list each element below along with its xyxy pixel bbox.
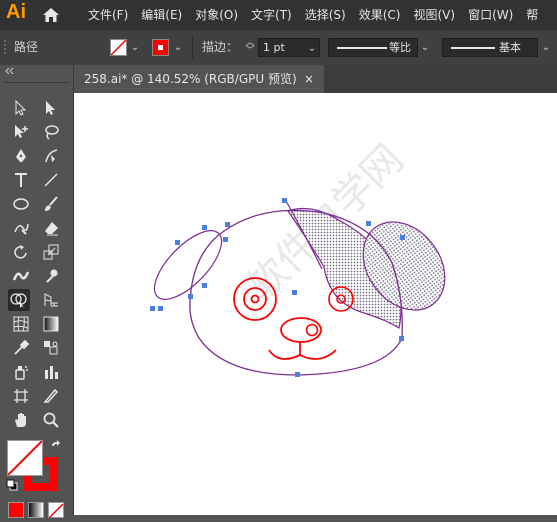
- group-selection-tool-icon[interactable]: [10, 121, 32, 143]
- direct-selection-tool-icon[interactable]: [40, 97, 62, 119]
- pen-tool-icon[interactable]: [10, 145, 32, 167]
- eyedropper-tool-icon[interactable]: [10, 337, 32, 359]
- shape-builder-tool-icon[interactable]: [8, 289, 30, 311]
- column-graph-tool-icon[interactable]: [40, 361, 62, 383]
- nose[interactable]: [280, 317, 322, 343]
- document-tab-title: 258.ai* @ 140.52% (RGB/GPU 预览): [84, 72, 297, 86]
- nose-highlight[interactable]: [305, 323, 319, 337]
- menu-list: 文件(F) 编辑(E) 对象(O) 文字(T) 选择(S) 效果(C) 视图(V…: [88, 0, 551, 30]
- document-tab-strip: 258.ai* @ 140.52% (RGB/GPU 预览) ×: [74, 65, 557, 93]
- menu-window[interactable]: 窗口(W): [468, 0, 513, 30]
- none-slash-icon: [110, 39, 127, 56]
- line-segment-tool-icon[interactable]: [40, 169, 62, 191]
- fill-dropdown-icon[interactable]: ⌄: [129, 39, 141, 56]
- perspective-grid-tool-icon[interactable]: [40, 289, 62, 311]
- selection-tool-icon[interactable]: [10, 97, 32, 119]
- rotate-tool-icon[interactable]: [10, 241, 32, 263]
- collapse-icon[interactable]: [5, 68, 15, 74]
- stroke-stepper-icon[interactable]: ︿ ﹀: [244, 39, 256, 56]
- none-mode-button[interactable]: [48, 502, 64, 519]
- menu-object[interactable]: 对象(O): [195, 0, 238, 30]
- swap-colors-icon[interactable]: [50, 440, 62, 452]
- artboard-tool-icon[interactable]: [10, 385, 32, 407]
- stroke-label[interactable]: 描边：: [202, 30, 238, 65]
- object-type-label: 路径: [14, 40, 39, 54]
- menu-view[interactable]: 视图(V): [413, 0, 455, 30]
- profile-select[interactable]: 等比: [328, 38, 418, 57]
- menu-file[interactable]: 文件(F): [88, 0, 128, 30]
- scale-tool-icon[interactable]: [40, 241, 62, 263]
- divider: [192, 36, 193, 59]
- menu-effect[interactable]: 效果(C): [359, 0, 401, 30]
- stroke-weight-dropdown-icon[interactable]: ⌄: [306, 40, 318, 57]
- symbol-sprayer-tool-icon[interactable]: [10, 361, 32, 383]
- type-tool-icon[interactable]: [10, 169, 32, 191]
- menu-bar: Ai 文件(F) 编辑(E) 对象(O) 文字(T) 选择(S) 效果(C) 视…: [0, 0, 557, 30]
- tools-panel: [0, 65, 74, 519]
- gradient-mode-button[interactable]: [28, 502, 44, 518]
- hand-tool-icon[interactable]: [10, 409, 32, 431]
- lasso-tool-icon[interactable]: [40, 121, 62, 143]
- profile-dropdown-icon[interactable]: ⌄: [419, 39, 431, 56]
- control-bar: 路径 ⌄ ⌄ 描边： ︿ ﹀ 1 pt ⌄ 等比 ⌄ 基本 ⌄: [0, 30, 557, 66]
- curvature-tool-icon[interactable]: [40, 145, 62, 167]
- eraser-tool-icon[interactable]: [40, 217, 62, 239]
- gradient-tool-icon[interactable]: [40, 313, 62, 335]
- grip-icon: [4, 40, 6, 54]
- document-tab[interactable]: 258.ai* @ 140.52% (RGB/GPU 预览) ×: [74, 65, 324, 93]
- puppet-warp-tool-icon[interactable]: [40, 265, 62, 287]
- menu-select[interactable]: 选择(S): [305, 0, 346, 30]
- blend-tool-icon[interactable]: [40, 337, 62, 359]
- ellipse-tool-icon[interactable]: [10, 193, 32, 215]
- home-icon[interactable]: [42, 7, 60, 23]
- menu-help[interactable]: 帮: [526, 0, 538, 30]
- color-mode-button[interactable]: [8, 502, 24, 518]
- shaper-tool-icon[interactable]: [10, 217, 32, 239]
- mesh-tool-icon[interactable]: [10, 313, 32, 335]
- default-colors-icon[interactable]: [6, 479, 18, 491]
- close-icon[interactable]: ×: [304, 65, 314, 93]
- brush-select[interactable]: 基本: [442, 38, 538, 57]
- drawing: 软件自学网: [150, 136, 446, 377]
- stroke-swatch[interactable]: [152, 39, 169, 56]
- zoom-tool-icon[interactable]: [40, 409, 62, 431]
- menu-type[interactable]: 文字(T): [251, 0, 292, 30]
- app-logo: Ai: [6, 1, 26, 23]
- menu-edit[interactable]: 编辑(E): [141, 0, 182, 30]
- fill-swatch[interactable]: [110, 39, 127, 56]
- slice-tool-icon[interactable]: [40, 385, 62, 407]
- left-eye-pupil[interactable]: [250, 294, 260, 304]
- width-tool-icon[interactable]: [10, 265, 32, 287]
- stroke-dropdown-icon[interactable]: ⌄: [172, 39, 184, 56]
- brush-dropdown-icon[interactable]: ⌄: [540, 39, 552, 56]
- paintbrush-tool-icon[interactable]: [40, 193, 62, 215]
- mouth[interactable]: [268, 349, 337, 360]
